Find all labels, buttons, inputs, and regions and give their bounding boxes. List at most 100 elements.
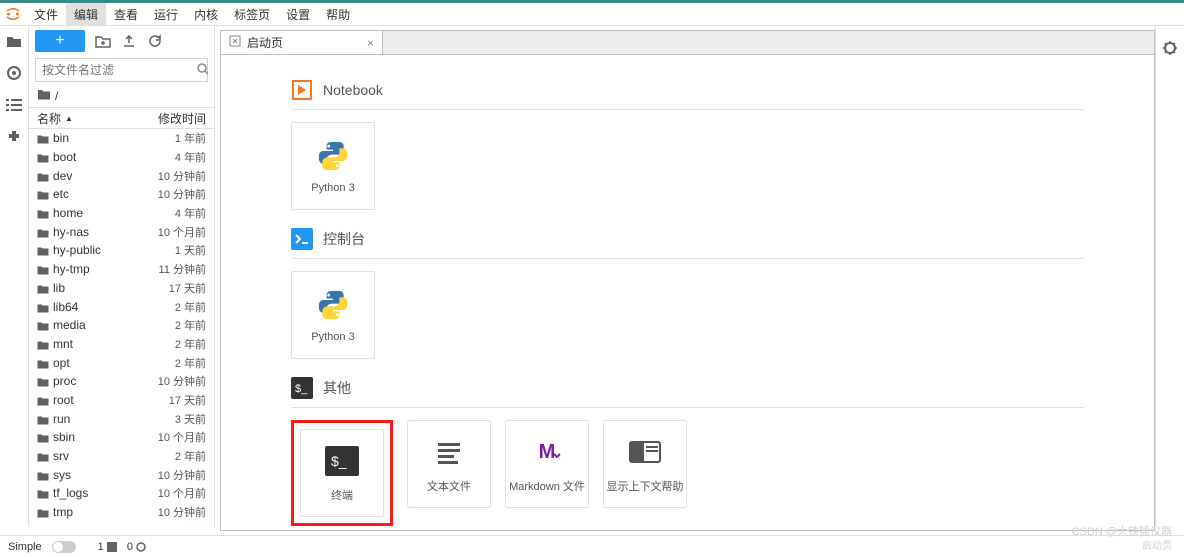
new-folder-icon[interactable] xyxy=(95,33,111,49)
upload-icon[interactable] xyxy=(121,33,137,49)
file-row[interactable]: boot4 年前 xyxy=(29,148,214,167)
folder-icon xyxy=(37,451,49,461)
file-row[interactable]: sbin10 个月前 xyxy=(29,428,214,447)
tab-bar: 启动页 × xyxy=(221,31,1154,55)
file-row[interactable]: hy-nas 10 个月前 xyxy=(29,222,214,241)
menu-item-6[interactable]: 设置 xyxy=(278,3,318,25)
card-label: Python 3 xyxy=(311,331,354,343)
file-row[interactable]: sys10 分钟前 xyxy=(29,465,214,484)
svg-text:$_: $_ xyxy=(295,383,308,395)
file-name: srv xyxy=(53,449,69,463)
file-row[interactable]: opt2 年前 xyxy=(29,353,214,372)
file-list: bin 1 年前 boot4 年前dev10 分钟前 etc 10 分钟前 home4 年… xyxy=(29,129,214,526)
card-label: Markdown 文件 xyxy=(509,478,585,494)
terminal-count[interactable]: 1 xyxy=(98,541,117,553)
file-modified: 2 年前 xyxy=(142,448,206,464)
file-row[interactable]: tf_logs10 个月前 xyxy=(29,484,214,503)
modified-column-header[interactable]: 修改时间 xyxy=(146,110,214,127)
file-row[interactable]: hy-tmp11 分钟前 xyxy=(29,260,214,279)
breadcrumb-root[interactable]: / xyxy=(55,89,58,103)
file-row[interactable]: bin 1 年前 xyxy=(29,129,214,148)
tab-launcher[interactable]: 启动页 × xyxy=(221,31,383,54)
file-browser: + / 名称▲ 修改时间 bin1 年前boot4 年前dev10 分钟前etc… xyxy=(29,26,215,526)
folder-icon xyxy=(37,488,49,498)
extension-icon[interactable] xyxy=(5,128,23,146)
menu-item-0[interactable]: 文件 xyxy=(26,3,66,25)
filebrowser-header: 名称▲ 修改时间 xyxy=(29,107,214,129)
file-row[interactable]: run3 天前 xyxy=(29,409,214,428)
search-icon xyxy=(197,63,209,78)
svg-text:M: M xyxy=(539,441,556,463)
file-row[interactable]: dev10 分钟前 xyxy=(29,166,214,185)
launcher-section: $_ 其他 $_终端文本文件 M Markdown 文件 显示上下文帮助 xyxy=(291,377,1084,526)
file-row[interactable]: lib17 天前 xyxy=(29,279,214,298)
file-modified: 10 个月前 xyxy=(142,224,206,240)
name-column-header[interactable]: 名称▲ xyxy=(29,110,146,127)
folder-icon xyxy=(37,507,49,517)
refresh-icon[interactable] xyxy=(147,33,163,49)
menu-item-4[interactable]: 内核 xyxy=(186,3,226,25)
folder-icon xyxy=(37,264,49,274)
file-row[interactable]: root17 天前 xyxy=(29,391,214,410)
launcher-tab-icon xyxy=(229,35,241,50)
file-row[interactable]: etc 10 分钟前 xyxy=(29,185,214,204)
card-label: 显示上下文帮助 xyxy=(607,478,684,494)
file-name: lib xyxy=(53,281,65,295)
toc-icon[interactable] xyxy=(5,96,23,114)
highlighted-card: $_终端 xyxy=(291,420,393,526)
simple-mode-toggle[interactable] xyxy=(52,541,76,553)
file-row[interactable]: mnt2 年前 xyxy=(29,335,214,354)
new-launcher-button[interactable]: + xyxy=(35,30,85,52)
file-name: hy-nas xyxy=(53,225,89,239)
folder-icon[interactable] xyxy=(5,32,23,50)
menu-bar: 文件编辑查看运行内核标签页设置帮助 xyxy=(0,3,1184,26)
card-icon: M xyxy=(529,434,565,470)
card-label: Python 3 xyxy=(311,182,354,194)
folder-icon xyxy=(37,171,49,181)
file-modified: 2 年前 xyxy=(142,355,206,371)
card-label: 终端 xyxy=(331,487,353,503)
file-row[interactable]: usr2 年前 xyxy=(29,521,214,526)
menu-item-2[interactable]: 查看 xyxy=(106,3,146,25)
filter-box[interactable] xyxy=(35,58,208,82)
file-name: sbin xyxy=(53,430,75,444)
file-row[interactable]: lib642 年前 xyxy=(29,297,214,316)
file-modified: 10 分钟前 xyxy=(142,186,206,202)
file-modified: 2 年前 xyxy=(142,523,206,526)
menu-item-3[interactable]: 运行 xyxy=(146,3,186,25)
menu-item-7[interactable]: 帮助 xyxy=(318,3,358,25)
jupyter-logo xyxy=(0,3,26,26)
card-icon xyxy=(431,434,467,470)
launcher-card[interactable]: Python 3 xyxy=(291,122,375,210)
file-row[interactable]: media2 年前 xyxy=(29,316,214,335)
breadcrumb[interactable]: / xyxy=(29,84,214,107)
file-name: etc xyxy=(53,187,69,201)
kernel-count[interactable]: 0 xyxy=(127,541,146,553)
launcher-card[interactable]: Python 3 xyxy=(291,271,375,359)
menu-item-1[interactable]: 编辑 xyxy=(66,3,106,25)
folder-icon xyxy=(37,414,49,424)
menu-item-5[interactable]: 标签页 xyxy=(226,3,278,25)
launcher-card[interactable]: 文本文件 xyxy=(407,420,491,508)
folder-icon xyxy=(37,376,49,386)
file-row[interactable]: hy-public1 天前 xyxy=(29,241,214,260)
close-icon[interactable]: × xyxy=(367,36,374,50)
file-row[interactable]: srv 2 年前 xyxy=(29,447,214,466)
folder-icon xyxy=(37,320,49,330)
section-title: Notebook xyxy=(323,82,383,98)
section-title: 其他 xyxy=(323,378,351,398)
file-row[interactable]: tmp10 分钟前 xyxy=(29,503,214,522)
launcher-card[interactable]: 显示上下文帮助 xyxy=(603,420,687,508)
file-row[interactable]: home4 年前 xyxy=(29,204,214,223)
property-inspector-icon[interactable] xyxy=(1162,40,1178,59)
file-name: bin xyxy=(53,131,69,145)
running-icon[interactable] xyxy=(5,64,23,82)
file-modified: 10 分钟前 xyxy=(142,168,206,184)
sort-caret-icon: ▲ xyxy=(65,114,73,123)
filter-input[interactable] xyxy=(42,63,197,77)
launcher-card[interactable]: M Markdown 文件 xyxy=(505,420,589,508)
file-modified: 1 年前 xyxy=(142,130,206,146)
launcher-card[interactable]: $_终端 xyxy=(300,429,384,517)
launcher-section: Notebook Python 3 xyxy=(291,79,1084,210)
file-row[interactable]: proc10 分钟前 xyxy=(29,372,214,391)
